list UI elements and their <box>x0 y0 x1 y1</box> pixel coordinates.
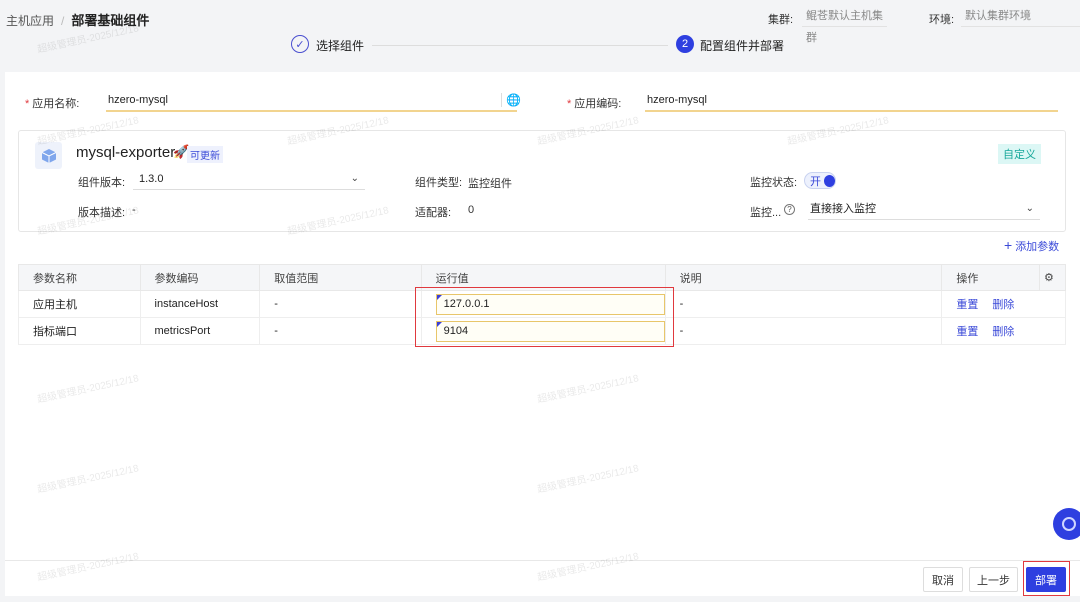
col-header: 说明 <box>664 264 943 291</box>
app-code-input[interactable]: hzero-mysql <box>645 90 1058 112</box>
delete-link[interactable]: 删除 <box>992 326 1014 338</box>
step-divider <box>372 45 668 46</box>
chat-icon <box>1062 517 1076 531</box>
param-code: instanceHost <box>139 290 261 318</box>
desc-label: 版本描述: <box>78 207 126 219</box>
footer-divider <box>5 560 1080 561</box>
cluster-label: 集群: <box>768 14 794 26</box>
col-header: 参数名称 <box>18 264 141 291</box>
custom-tag: 自定义 <box>998 144 1041 164</box>
cluster-select[interactable]: 鲲苍默认主机集群 <box>802 5 887 44</box>
col-header: 取值范围 <box>259 264 422 291</box>
param-range: - <box>259 317 422 345</box>
type-label: 组件类型: <box>415 177 463 189</box>
type-value: 监控组件 <box>468 178 512 190</box>
param-name: 应用主机 <box>18 290 141 318</box>
breadcrumb: 主机应用 / 部署基础组件 <box>6 13 150 28</box>
add-param-button[interactable]: + 添加参数 <box>1004 237 1059 254</box>
app-name-input[interactable]: hzero-mysql <box>106 90 517 112</box>
globe-icon[interactable]: 🌐 <box>501 93 521 107</box>
toggle-knob <box>824 174 835 187</box>
step-2-number: 2 <box>676 35 694 53</box>
highlight-box <box>1023 561 1070 596</box>
cube-icon <box>35 142 62 169</box>
breadcrumb-parent[interactable]: 主机应用 <box>6 14 54 28</box>
page-title: 部署基础组件 <box>71 13 150 28</box>
update-badge[interactable]: 可更新 <box>187 146 223 163</box>
env-select[interactable]: 默认集群环境 <box>961 5 1080 27</box>
monitor-mode-label: 监控... <box>750 207 782 219</box>
highlight-box <box>415 287 674 347</box>
param-desc: - <box>664 317 943 345</box>
prev-step-button[interactable]: 上一步 <box>969 567 1018 592</box>
env-label: 环境: <box>929 14 955 26</box>
app-code-label: * 应用编码: <box>567 98 622 110</box>
param-name: 指标端口 <box>18 317 141 345</box>
param-range: - <box>259 290 422 318</box>
chevron-down-icon: ⌄ <box>350 173 359 184</box>
reset-link[interactable]: 重置 <box>956 299 978 311</box>
adapter-label: 适配器: <box>415 207 452 219</box>
param-code: metricsPort <box>139 317 261 345</box>
check-icon: ✓ <box>291 35 309 53</box>
help-icon[interactable]: ? <box>784 204 795 215</box>
col-header: 操作 <box>941 264 1041 291</box>
chevron-down-icon: ⌄ <box>1025 203 1034 214</box>
plus-icon: + <box>1004 237 1013 253</box>
delete-link[interactable]: 删除 <box>992 299 1014 311</box>
step-2-label: 配置组件并部署 <box>700 39 785 53</box>
monitor-toggle[interactable]: 开 <box>804 172 836 189</box>
col-header: 参数编码 <box>139 264 261 291</box>
settings-gear-icon[interactable]: ⚙ <box>1039 264 1066 291</box>
desc-value: - <box>132 204 136 216</box>
cancel-button[interactable]: 取消 <box>923 567 963 592</box>
adapter-value: 0 <box>468 204 475 216</box>
version-select[interactable]: 1.3.0 ⌄ <box>133 170 365 190</box>
step-1-label: 选择组件 <box>316 39 365 53</box>
app-name-label: * 应用名称: <box>25 98 80 110</box>
component-name: mysql-exporter <box>76 144 176 161</box>
reset-link[interactable]: 重置 <box>956 326 978 338</box>
monitor-mode-select[interactable]: 直接接入监控 ⌄ <box>808 200 1040 220</box>
version-label: 组件版本: <box>78 177 126 189</box>
monitor-state-label: 监控状态: <box>750 177 798 189</box>
assistant-float-button[interactable] <box>1053 508 1080 540</box>
param-desc: - <box>664 290 943 318</box>
